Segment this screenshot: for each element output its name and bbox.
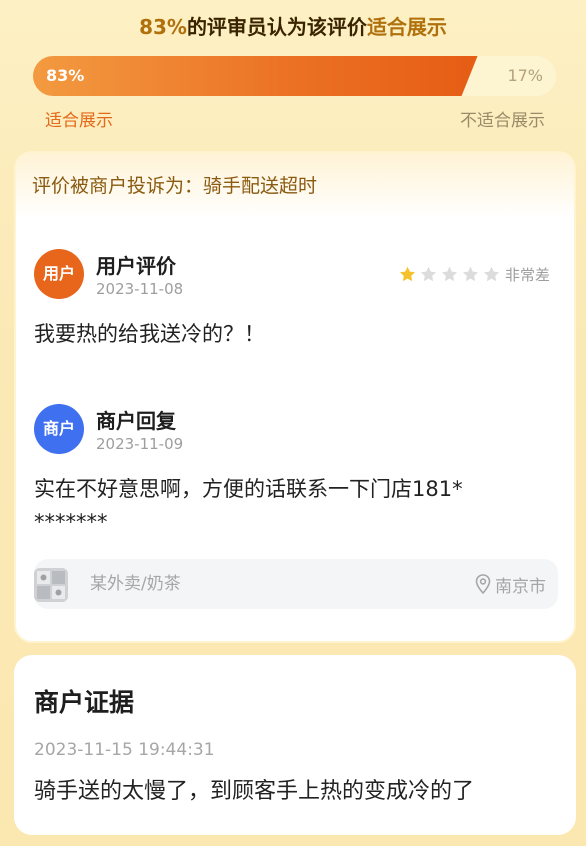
location-pin-icon <box>475 574 491 594</box>
review-card: 评价被商户投诉为：骑手配送超时 用户 用户评价 2023-11-08 非常差 我… <box>14 151 576 643</box>
vote-legend: 适合展示 不适合展示 <box>45 109 545 133</box>
star-empty-icon <box>420 266 436 281</box>
approve-label: 适合展示 <box>45 111 113 131</box>
store-name: 某外卖/奶茶 <box>90 574 181 594</box>
vote-ratio-bar: 83% 17% <box>33 56 556 96</box>
complaint-reason: 评价被商户投诉为：骑手配送超时 <box>16 153 574 219</box>
rating-text: 非常差 <box>504 265 550 284</box>
verdict-percent: 83% <box>139 15 187 39</box>
merchant-reply-title: 商户回复 <box>96 409 176 433</box>
user-avatar: 用户 <box>34 249 84 299</box>
store-location-text: 南京市 <box>495 576 546 597</box>
user-review-content: 我要热的给我送冷的？！ <box>34 322 265 346</box>
merchant-reply-content-line1: 实在不好意思啊，方便的话联系一下门店181* <box>34 477 463 501</box>
merchant-reply-date: 2023-11-09 <box>96 435 184 453</box>
reject-percent-label: 17% <box>507 66 543 85</box>
merchant-avatar: 商户 <box>34 404 84 454</box>
reject-label: 不适合展示 <box>460 111 545 131</box>
vote-approve-fill <box>33 56 478 96</box>
merchant-evidence-card: 商户证据 2023-11-15 19:44:31 骑手送的太慢了，到顾客手上热的… <box>14 655 576 835</box>
user-review-title: 用户评价 <box>96 254 176 278</box>
verdict-middle-text: 的评审员认为该评价 <box>186 15 367 39</box>
user-review-date: 2023-11-08 <box>96 280 184 298</box>
evidence-timestamp: 2023-11-15 19:44:31 <box>34 740 215 760</box>
approve-percent-label: 83% <box>46 66 85 85</box>
store-info-row[interactable]: 某外卖/奶茶 南京市 <box>34 559 558 609</box>
star-rating: 非常差 <box>399 263 550 285</box>
store-thumbnail-icon <box>34 568 68 602</box>
store-location: 南京市 <box>475 559 546 609</box>
merchant-reply-content-line2: ******* <box>34 510 108 534</box>
star-empty-icon <box>483 266 499 281</box>
star-filled-icon <box>399 266 415 281</box>
review-verdict-headline: 83%的评审员认为该评价适合展示 <box>0 12 586 42</box>
star-empty-icon <box>462 266 478 281</box>
star-empty-icon <box>441 266 457 281</box>
star-rating-icons <box>399 266 504 283</box>
verdict-result: 适合展示 <box>366 15 447 39</box>
evidence-title: 商户证据 <box>34 688 135 717</box>
evidence-content: 骑手送的太慢了，到顾客手上热的变成冷的了 <box>34 779 475 804</box>
